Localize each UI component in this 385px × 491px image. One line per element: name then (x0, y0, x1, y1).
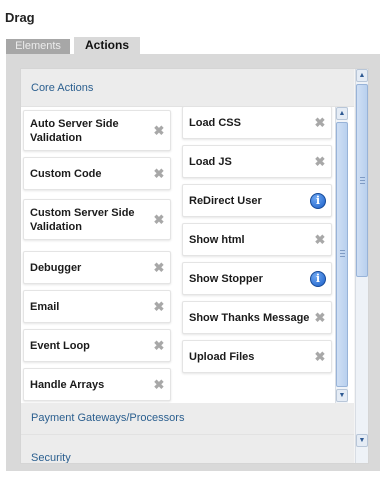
action-auto-server-side-validation[interactable]: Auto Server Side Validation ✖ (23, 110, 171, 151)
scroll-down-arrow-icon[interactable]: ▼ (336, 389, 348, 402)
action-show-html[interactable]: Show html ✖ (182, 223, 332, 256)
close-icon[interactable]: ✖ (153, 124, 165, 137)
scroll-up-arrow-icon[interactable]: ▲ (356, 69, 368, 82)
action-show-stopper[interactable]: Show Stopper i (182, 262, 332, 295)
scroll-up-arrow-icon[interactable]: ▲ (336, 107, 348, 120)
action-label: Show Thanks Message (189, 311, 310, 324)
action-redirect-user[interactable]: ReDirect User i (182, 184, 332, 217)
action-label: Auto Server Side Validation (30, 117, 119, 144)
action-load-js[interactable]: Load JS ✖ (182, 145, 332, 178)
section-label: Security (31, 452, 71, 464)
info-icon[interactable]: i (310, 192, 326, 209)
action-email[interactable]: Email ✖ (23, 290, 171, 323)
action-label: Load CSS (189, 116, 241, 129)
action-load-css[interactable]: Load CSS ✖ (182, 107, 332, 139)
actions-accordion: Core Actions Auto Server Side Validation… (20, 68, 369, 464)
action-debugger[interactable]: Debugger ✖ (23, 251, 171, 284)
action-event-loop[interactable]: Event Loop ✖ (23, 329, 171, 362)
action-label: Upload Files (189, 350, 255, 363)
actions-panel: Core Actions Auto Server Side Validation… (6, 54, 380, 471)
page-title: Drag (5, 10, 35, 25)
section-label: Payment Gateways/Processors (31, 412, 185, 424)
action-label: Handle Arrays (30, 378, 105, 391)
close-icon[interactable]: ✖ (153, 378, 165, 391)
section-core-actions[interactable]: Core Actions (21, 69, 354, 107)
close-icon[interactable]: ✖ (314, 116, 326, 129)
inner-scroll-thumb[interactable] (336, 122, 348, 387)
scroll-down-arrow-icon[interactable]: ▼ (356, 434, 368, 447)
outer-scrollbar[interactable]: ▲ ▼ (355, 69, 368, 463)
action-label: Show html (189, 233, 245, 246)
tab-elements[interactable]: Elements (6, 39, 70, 54)
action-show-thanks-message[interactable]: Show Thanks Message ✖ (182, 301, 332, 334)
action-label: Show Stopper (189, 272, 263, 285)
close-icon[interactable]: ✖ (153, 213, 165, 226)
section-payment-gateways[interactable]: Payment Gateways/Processors (21, 403, 354, 435)
action-label: Custom Server Side Validation (30, 206, 135, 233)
action-label: Debugger (30, 261, 82, 274)
core-actions-list: Auto Server Side Validation ✖ Custom Cod… (21, 107, 354, 403)
action-custom-server-side-validation[interactable]: Custom Server Side Validation ✖ (23, 199, 171, 240)
close-icon[interactable]: ✖ (153, 300, 165, 313)
action-label: ReDirect User (189, 194, 262, 207)
section-label: Core Actions (31, 82, 94, 94)
inner-scrollbar[interactable]: ▲ ▼ (335, 107, 348, 403)
outer-scroll-thumb[interactable] (356, 84, 368, 277)
action-label: Email (30, 300, 60, 313)
action-label: Event Loop (30, 339, 90, 352)
close-icon[interactable]: ✖ (314, 155, 326, 168)
action-label: Custom Code (30, 167, 102, 180)
close-icon[interactable]: ✖ (314, 233, 326, 246)
action-custom-code[interactable]: Custom Code ✖ (23, 157, 171, 190)
close-icon[interactable]: ✖ (153, 339, 165, 352)
action-handle-arrays[interactable]: Handle Arrays ✖ (23, 368, 171, 401)
close-icon[interactable]: ✖ (314, 350, 326, 363)
close-icon[interactable]: ✖ (153, 261, 165, 274)
info-icon[interactable]: i (310, 270, 326, 287)
action-upload-files[interactable]: Upload Files ✖ (182, 340, 332, 373)
close-icon[interactable]: ✖ (153, 167, 165, 180)
action-label: Load JS (189, 155, 232, 168)
close-icon[interactable]: ✖ (314, 311, 326, 324)
section-security[interactable]: Security (21, 435, 354, 464)
